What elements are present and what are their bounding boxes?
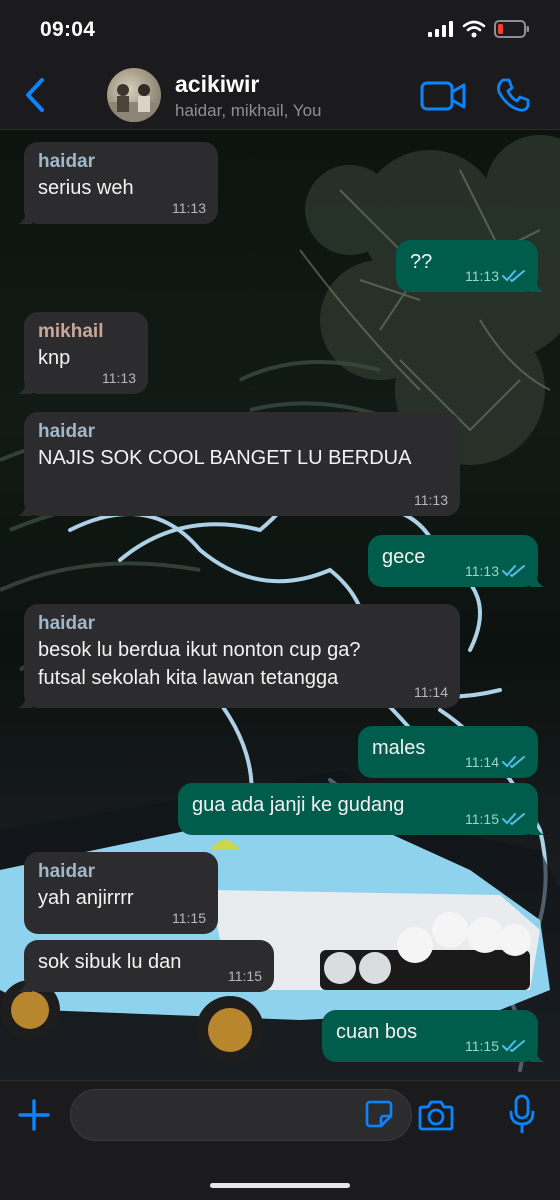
camera-button[interactable] bbox=[418, 1098, 454, 1132]
battery-icon bbox=[494, 20, 529, 38]
bubble-tail bbox=[530, 573, 544, 587]
message-bubble-incoming[interactable]: haidar NAJIS SOK COOL BANGET LU BERDUA 1… bbox=[18, 412, 460, 516]
bubble-tail bbox=[530, 821, 544, 835]
message-meta: 11:13 bbox=[465, 563, 526, 579]
plus-icon bbox=[18, 1099, 50, 1131]
message-time: 11:13 bbox=[465, 563, 499, 579]
message-bubble-incoming[interactable]: sok sibuk lu dan 11:15 bbox=[18, 940, 274, 992]
message-time: 11:15 bbox=[465, 811, 499, 827]
camera-icon bbox=[418, 1100, 454, 1131]
message-text: yah anjirrrr bbox=[38, 887, 134, 909]
bubble-tail bbox=[18, 380, 32, 394]
attach-button[interactable] bbox=[17, 1098, 51, 1132]
back-button[interactable] bbox=[20, 76, 52, 114]
message-meta: 11:14 bbox=[465, 754, 526, 770]
status-time: 09:04 bbox=[40, 18, 96, 41]
chat-participants[interactable]: haidar, mikhail, You bbox=[175, 101, 322, 121]
message-time: 11:14 bbox=[465, 754, 499, 770]
status-bar: 09:04 bbox=[0, 0, 560, 60]
message-time: 11:15 bbox=[228, 968, 262, 984]
status-icons bbox=[428, 20, 530, 38]
bubble-tail bbox=[18, 978, 32, 992]
message-bubble-outgoing[interactable]: ?? 11:13 bbox=[396, 240, 544, 292]
message-time: 11:15 bbox=[172, 910, 206, 926]
message-time: 11:13 bbox=[102, 370, 136, 386]
voice-message-button[interactable] bbox=[509, 1094, 535, 1134]
sender-name: haidar bbox=[38, 861, 96, 882]
message-meta: 11:13 bbox=[465, 268, 526, 284]
message-meta: 11:15 bbox=[172, 910, 206, 926]
message-bubble-incoming[interactable]: mikhail knp 11:13 bbox=[18, 312, 148, 394]
message-input[interactable] bbox=[70, 1089, 412, 1141]
message-text: besok lu berdua ikut nonton cup ga? futs… bbox=[38, 639, 361, 689]
message-bubble-incoming[interactable]: haidar yah anjirrrr 11:15 bbox=[24, 852, 218, 934]
message-bubble-outgoing[interactable]: males 11:14 bbox=[358, 726, 538, 778]
sender-name: haidar bbox=[38, 151, 96, 172]
chat-header: acikiwir haidar, mikhail, You bbox=[0, 60, 560, 130]
message-meta: 11:15 bbox=[465, 811, 526, 827]
message-bubble-outgoing[interactable]: cuan bos 11:15 bbox=[322, 1010, 544, 1062]
message-text: serius weh bbox=[38, 177, 134, 199]
message-composer bbox=[0, 1080, 560, 1200]
message-bubble-incoming[interactable]: haidar serius weh 11:13 bbox=[18, 142, 218, 224]
sender-name: mikhail bbox=[38, 321, 104, 342]
bubble-tail bbox=[530, 278, 544, 292]
message-meta: 11:13 bbox=[414, 492, 448, 508]
message-bubble-outgoing[interactable]: gece 11:13 bbox=[368, 535, 544, 587]
message-text: knp bbox=[38, 347, 71, 369]
message-text: sok sibuk lu dan bbox=[38, 951, 182, 973]
message-time: 11:13 bbox=[465, 268, 499, 284]
wifi-icon bbox=[462, 20, 486, 38]
chat-title[interactable]: acikiwir bbox=[175, 71, 259, 98]
read-receipt-icon bbox=[502, 756, 525, 769]
message-text: NAJIS SOK COOL BANGET LU BERDUA bbox=[38, 447, 412, 469]
sender-name: haidar bbox=[38, 613, 96, 634]
video-camera-icon bbox=[420, 81, 466, 111]
message-time: 11:15 bbox=[465, 1038, 499, 1054]
chevron-left-icon bbox=[26, 78, 44, 112]
bubble-tail bbox=[18, 502, 32, 516]
voice-call-button[interactable] bbox=[495, 77, 531, 113]
message-bubble-incoming[interactable]: haidar besok lu berdua ikut nonton cup g… bbox=[18, 604, 460, 708]
message-meta: 11:13 bbox=[102, 370, 136, 386]
phone-icon bbox=[497, 78, 530, 112]
sticker-button[interactable] bbox=[364, 1099, 394, 1129]
bubble-tail bbox=[18, 694, 32, 708]
sticker-icon bbox=[365, 1100, 393, 1128]
message-meta: 11:15 bbox=[228, 968, 262, 984]
read-receipt-icon bbox=[502, 270, 525, 283]
read-receipt-icon bbox=[502, 1040, 525, 1053]
group-avatar[interactable] bbox=[107, 68, 161, 122]
message-time: 11:13 bbox=[172, 200, 206, 216]
message-meta: 11:14 bbox=[414, 684, 448, 700]
signal-icon bbox=[428, 21, 453, 37]
video-call-button[interactable] bbox=[420, 80, 466, 112]
microphone-icon bbox=[509, 1094, 535, 1134]
message-time: 11:14 bbox=[414, 684, 448, 700]
bubble-tail bbox=[18, 210, 32, 224]
read-receipt-icon bbox=[502, 565, 525, 578]
home-indicator bbox=[210, 1183, 350, 1188]
sender-name: haidar bbox=[38, 421, 96, 442]
message-time: 11:13 bbox=[414, 492, 448, 508]
read-receipt-icon bbox=[502, 813, 525, 826]
bubble-tail bbox=[530, 1048, 544, 1062]
message-meta: 11:13 bbox=[172, 200, 206, 216]
message-meta: 11:15 bbox=[465, 1038, 526, 1054]
message-bubble-outgoing[interactable]: gua ada janji ke gudang 11:15 bbox=[178, 783, 544, 835]
avatar-photo bbox=[107, 84, 161, 122]
